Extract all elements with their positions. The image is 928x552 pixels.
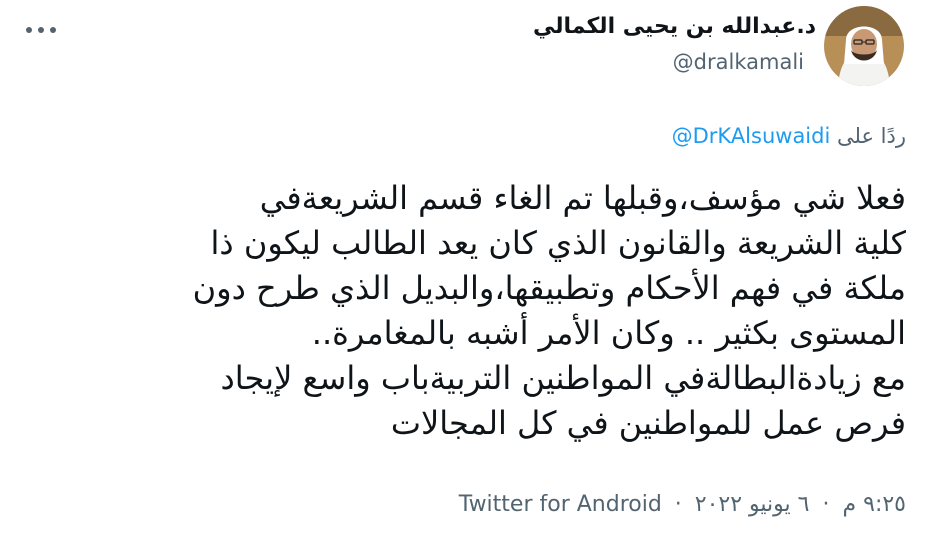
author-handle[interactable]: @dralkamali [673,50,804,74]
author-name[interactable]: د.عبدالله بن يحيى الكمالي [533,14,816,39]
tweet-text: فعلا شي مؤسف،وقبلها تم الغاء قسم الشريعة… [86,176,906,446]
more-horizontal-icon-dot [50,27,56,33]
more-horizontal-icon-dot [38,27,44,33]
tweet-source-link[interactable]: Twitter for Android [459,492,662,517]
avatar[interactable] [824,6,904,86]
meta-separator: · [822,492,830,517]
tweet-text-line: كلية الشريعة والقانون الذي كان يعد الطال… [210,224,907,262]
tweet-date[interactable]: ٦ يونيو ٢٠٢٢ [695,492,810,517]
reply-mention-link[interactable]: @DrKAlsuwaidi [672,124,831,148]
tweet-text-line: ملكة في فهم الأحكام وتطبيقها،والبديل الذ… [192,269,906,307]
tweet-text-line: مع زيادةالبطالةفي المواطنين التربيةباب و… [220,359,906,397]
reply-prefix: ردًا على [837,124,906,148]
tweet-text-line: فعلا شي مؤسف،وقبلها تم الغاء قسم الشريعة… [259,179,906,217]
tweet: د.عبدالله بن يحيى الكمالي @dralkamali رد… [0,0,928,552]
replying-to: ردًا على @DrKAlsuwaidi [672,124,906,148]
tweet-text-line: المستوى بكثير .. وكان الأمر أشبه بالمغام… [311,314,906,352]
more-horizontal-icon [26,27,32,33]
tweet-time[interactable]: ٩:٢٥ م [843,492,907,517]
meta-separator: · [674,492,682,517]
tweet-text-line: فرص عمل للمواطنين في كل المجالات [390,404,906,442]
tweet-meta: ٩:٢٥ م · ٦ يونيو ٢٠٢٢ · Twitter for Andr… [459,492,906,517]
more-button[interactable] [26,16,66,44]
avatar-image [824,6,904,86]
